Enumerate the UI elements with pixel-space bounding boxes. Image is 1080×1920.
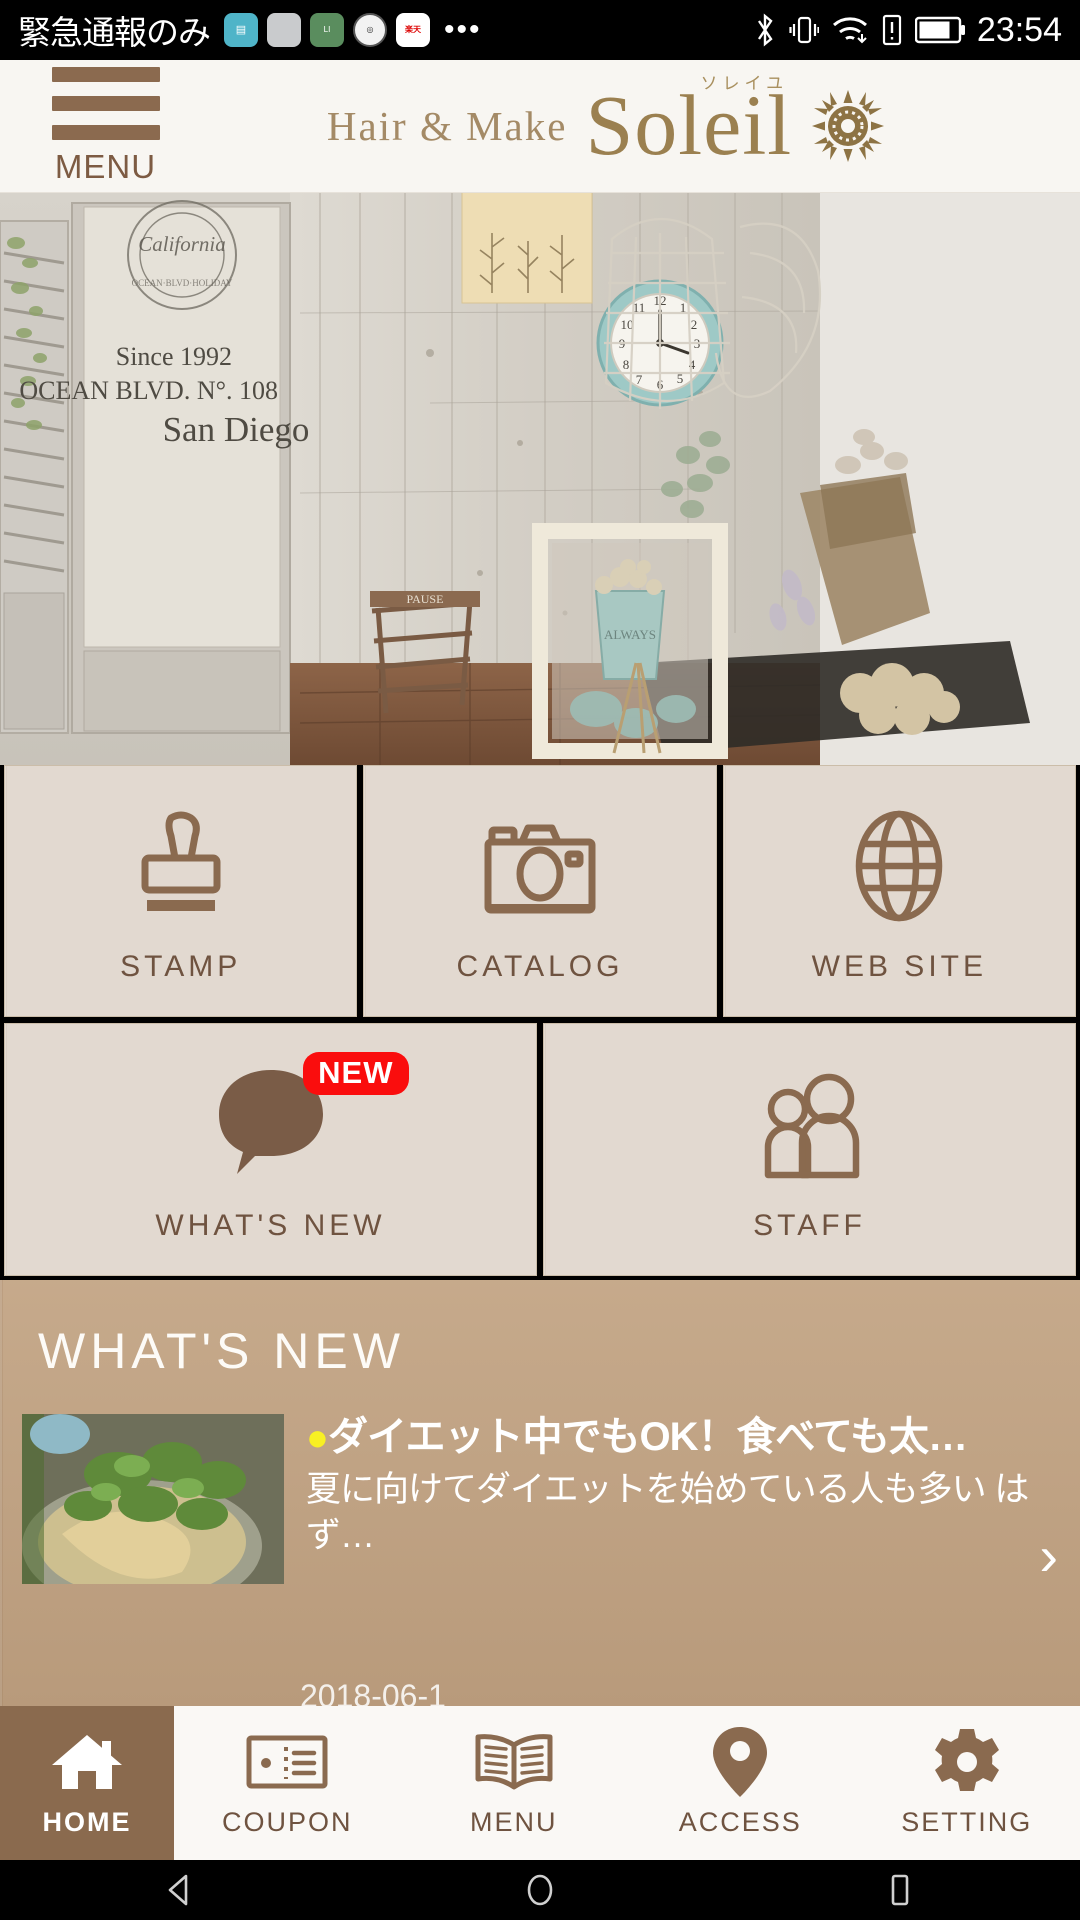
nav-item-coupon[interactable]: COUPON — [174, 1706, 401, 1860]
app-icon-green-icon: LI — [310, 13, 344, 47]
tile-stamp[interactable]: STAMP — [4, 765, 358, 1017]
vibrate-icon — [789, 12, 819, 48]
hero-sign-city: San Diego — [163, 410, 310, 449]
carrier-label: 緊急通報のみ — [18, 14, 211, 51]
android-home-button[interactable] — [440, 1870, 640, 1910]
app-icon-red-icon: 楽天 — [396, 13, 430, 47]
notification-overflow-icon: ••• — [444, 13, 482, 46]
app-icon-seal-icon: ◎ — [353, 13, 387, 47]
tile-staff[interactable]: STAFF — [543, 1023, 1076, 1276]
camera-icon — [480, 798, 600, 924]
app-header: MENU Hair & Make ソレイユ Soleil — [0, 60, 1080, 193]
tile-whats-new[interactable]: NEW WHAT'S NEW — [4, 1023, 537, 1276]
whats-new-heading: WHAT'S NEW — [38, 1323, 405, 1379]
hero-image[interactable]: California OCEAN·BLVD·HOLIDAY Since 1992… — [0, 193, 1080, 765]
hero-sign-since: Since 1992 — [116, 342, 232, 371]
nav-item-access[interactable]: ACCESS — [627, 1706, 854, 1860]
tile-catalog[interactable]: CATALOG — [363, 765, 717, 1017]
tile-row-2: NEW WHAT'S NEW STAFF — [0, 1023, 1080, 1276]
feature-tile-grid: STAMP CATALOG WEB SITE NEW WHAT'S NEW ST… — [0, 765, 1080, 1282]
whats-new-section: WHAT'S NEW ●ダイエット中でもOK！食べても太… 夏に向けてダイエット… — [0, 1280, 1080, 1706]
hamburger-menu-button[interactable]: MENU — [28, 66, 183, 186]
status-bar: 緊急通報のみ ▤ LI ◎ 楽天 ••• 23:54 — [0, 0, 1080, 60]
android-recents-button[interactable] — [800, 1870, 1000, 1910]
nav-label-menu: MENU — [470, 1806, 558, 1837]
tile-label-web-site: WEB SITE — [811, 950, 987, 983]
sim-alert-icon — [881, 13, 903, 47]
tile-label-stamp: STAMP — [120, 950, 242, 983]
wifi-icon — [831, 14, 869, 46]
tile-label-staff: STAFF — [753, 1208, 866, 1242]
new-badge: NEW — [303, 1051, 409, 1095]
ticket-icon — [246, 1729, 328, 1795]
nav-label-access: ACCESS — [678, 1806, 802, 1837]
tile-row-1: STAMP CATALOG WEB SITE — [0, 765, 1080, 1017]
svg-text:ALWAYS: ALWAYS — [604, 627, 656, 642]
tile-label-catalog: CATALOG — [456, 950, 624, 983]
android-back-button[interactable] — [80, 1870, 280, 1910]
whats-new-thumbnail — [22, 1414, 284, 1584]
people-icon — [750, 1057, 870, 1183]
nav-item-setting[interactable]: SETTING — [854, 1706, 1080, 1860]
battery-icon — [914, 15, 967, 45]
whats-new-item-date: 2018-06-1 — [300, 1678, 446, 1706]
android-navigation-bar — [0, 1860, 1080, 1920]
logo-prefix: Hair & Make — [326, 103, 568, 149]
notification-icons: ▤ LI ◎ 楽天 — [224, 13, 430, 47]
svg-text:2: 2 — [691, 317, 698, 332]
logo-ruby-text: ソレイユ — [700, 74, 789, 94]
sun-icon — [810, 88, 886, 164]
bluetooth-icon — [753, 12, 777, 48]
status-right-icons — [753, 12, 967, 48]
hamburger-menu-label: MENU — [54, 147, 157, 185]
app-icon-blue-icon: ▤ — [224, 13, 258, 47]
svg-text:PAUSE: PAUSE — [407, 592, 444, 606]
nav-item-menu[interactable]: MENU — [401, 1706, 628, 1860]
svg-text:OCEAN·BLVD·HOLIDAY: OCEAN·BLVD·HOLIDAY — [132, 278, 233, 288]
app-icon-grey-icon — [267, 13, 301, 47]
chevron-right-icon[interactable]: › — [1039, 1528, 1058, 1584]
speech-bubble-icon: NEW — [211, 1051, 409, 1183]
stamp-icon — [127, 798, 235, 924]
hero-sign-address: OCEAN BLVD. N°. 108 — [19, 376, 278, 405]
brand-logo[interactable]: Hair & Make ソレイユ Soleil — [163, 74, 1050, 168]
globe-icon — [846, 798, 952, 924]
nav-label-coupon: COUPON — [221, 1806, 353, 1837]
nav-item-home[interactable]: HOME — [0, 1706, 174, 1860]
svg-text:8: 8 — [623, 357, 630, 372]
book-icon — [474, 1729, 554, 1795]
status-clock: 23:54 — [976, 10, 1062, 49]
home-icon — [50, 1729, 124, 1795]
hero-sign-california: California — [138, 232, 226, 256]
bottom-navigation: HOME COUPON MENU ACCESS SETTING — [0, 1706, 1080, 1860]
bullet-icon: ● — [306, 1417, 329, 1459]
gear-icon — [932, 1728, 1002, 1795]
nav-label-setting: SETTING — [901, 1806, 1033, 1837]
map-pin-icon — [711, 1726, 769, 1797]
phone-screen: 緊急通報のみ ▤ LI ◎ 楽天 ••• 23:54 MENU Hair & M… — [0, 0, 1080, 1920]
tile-label-whats-new: WHAT'S NEW — [155, 1208, 386, 1242]
svg-text:7: 7 — [636, 372, 643, 387]
hamburger-icon — [51, 66, 160, 146]
tile-web-site[interactable]: WEB SITE — [722, 765, 1076, 1017]
whats-new-item-body: 夏に向けてダイエットを始めている人も多い はず… — [306, 1470, 1029, 1556]
hero-photo-illustration: California OCEAN·BLVD·HOLIDAY Since 1992… — [0, 193, 1080, 765]
whats-new-item-title: ●ダイエット中でもOK！食べても太… — [306, 1415, 968, 1459]
whats-new-text: ●ダイエット中でもOK！食べても太… 夏に向けてダイエットを始めている人も多い … — [306, 1414, 1080, 1584]
nav-label-home: HOME — [42, 1806, 132, 1837]
whats-new-item[interactable]: ●ダイエット中でもOK！食べても太… 夏に向けてダイエットを始めている人も多い … — [22, 1414, 1080, 1584]
